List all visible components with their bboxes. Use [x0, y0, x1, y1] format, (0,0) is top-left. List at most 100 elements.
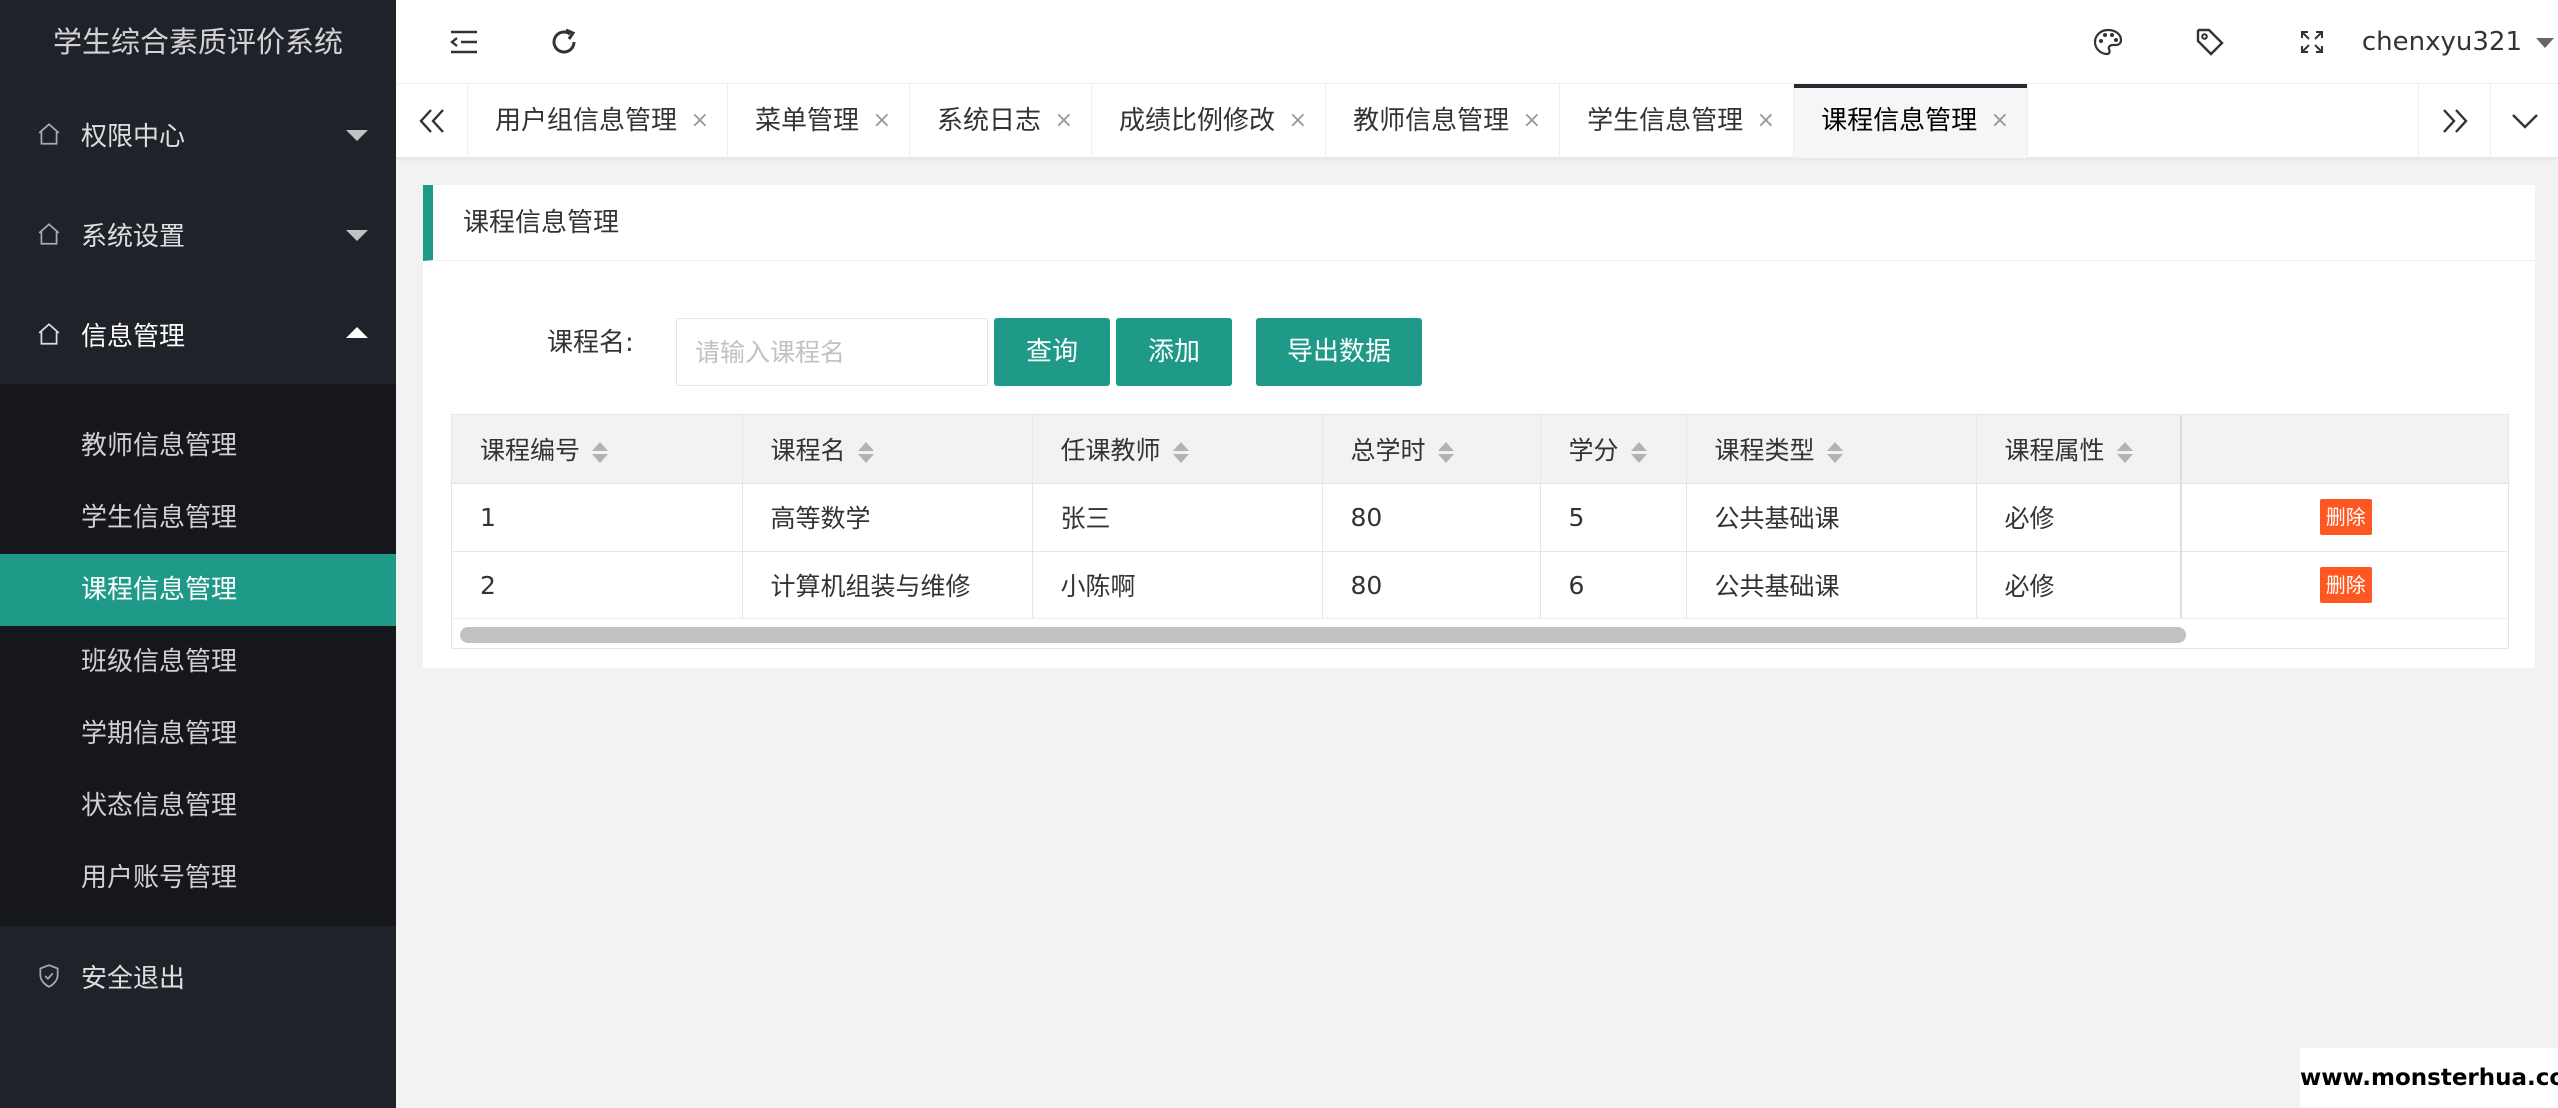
tab-user-groups[interactable]: 用户组信息管理 × — [468, 84, 729, 158]
tab-label: 系统日志 — [937, 106, 1042, 136]
tag-icon[interactable] — [2190, 22, 2230, 62]
chevron-down-icon — [2536, 38, 2554, 48]
menu-fold-icon[interactable] — [444, 22, 484, 62]
cell-hours: 80 — [1322, 483, 1541, 552]
sidebar-item-accounts[interactable]: 用户账号管理 — [0, 842, 396, 914]
cell-course-name: 高等数学 — [742, 483, 1033, 552]
close-icon[interactable]: × — [691, 84, 709, 158]
tab-system-log[interactable]: 系统日志 × — [910, 84, 1093, 158]
sort-icon[interactable] — [1630, 440, 1647, 464]
tab-label: 教师信息管理 — [1353, 106, 1510, 136]
sort-icon[interactable] — [1172, 440, 1189, 464]
horizontal-scrollbar[interactable] — [452, 618, 2508, 648]
home-icon — [35, 220, 63, 248]
content-card: 课程信息管理 课程名: 查询 添加 导出数据 课程编号 课程名 任课教师 总学时… — [423, 185, 2535, 668]
cell-attribute: 必修 — [1976, 483, 2182, 552]
cell-credits: 6 — [1540, 551, 1687, 620]
app-title: 学生综合素质评价系统 — [0, 0, 396, 84]
sidebar-item-students[interactable]: 学生信息管理 — [0, 482, 396, 554]
tab-list: 用户组信息管理 × 菜单管理 × 系统日志 × 成绩比例修改 × 教师信息管理 × 学生信… — [468, 84, 2029, 158]
cell-course-id: 2 — [452, 551, 743, 620]
delete-button[interactable]: 删除 — [2319, 499, 2372, 535]
column-header[interactable]: 课程属性 — [1976, 415, 2182, 484]
close-icon[interactable]: × — [1757, 84, 1775, 158]
top-header: chenxyu321 — [396, 0, 2558, 84]
info-submenu: 教师信息管理 学生信息管理 课程信息管理 班级信息管理 学期信息管理 状态信息管… — [0, 384, 396, 926]
page-title: 课程信息管理 — [423, 185, 2535, 261]
scrollbar-thumb[interactable] — [460, 627, 2186, 643]
nav-group-info[interactable]: 信息管理 — [0, 284, 396, 384]
close-icon[interactable]: × — [1991, 84, 2009, 158]
tab-courses[interactable]: 课程信息管理 × — [1794, 84, 2029, 158]
cell-actions: 删除 — [2180, 483, 2508, 552]
tab-label: 菜单管理 — [755, 106, 860, 136]
sort-icon[interactable] — [857, 440, 874, 464]
course-name-input[interactable] — [676, 318, 988, 386]
tabs-scroll-right-icon[interactable] — [2418, 84, 2490, 158]
cell-actions: 删除 — [2180, 551, 2508, 620]
delete-button[interactable]: 删除 — [2319, 567, 2372, 603]
course-table: 课程编号 课程名 任课教师 总学时 学分 课程类型 课程属性 1 高等数学 张三… — [451, 414, 2509, 649]
sidebar-item-courses[interactable]: 课程信息管理 — [0, 554, 396, 626]
cell-credits: 5 — [1540, 483, 1687, 552]
sort-icon[interactable] — [1437, 440, 1454, 464]
tab-grade-ratio[interactable]: 成绩比例修改 × — [1092, 84, 1327, 158]
nav-group-label: 系统设置 — [81, 221, 186, 252]
column-header[interactable]: 课程名 — [742, 415, 1033, 484]
column-header[interactable]: 总学时 — [1322, 415, 1541, 484]
fullscreen-icon[interactable] — [2292, 22, 2332, 62]
chevron-up-icon — [346, 327, 368, 338]
tab-students[interactable]: 学生信息管理 × — [1560, 84, 1795, 158]
column-header[interactable]: 任课教师 — [1032, 415, 1323, 484]
add-button[interactable]: 添加 — [1116, 318, 1232, 386]
table-header-row: 课程编号 课程名 任课教师 总学时 学分 课程类型 课程属性 — [452, 415, 2508, 484]
sort-icon[interactable] — [592, 440, 609, 464]
column-header[interactable]: 学分 — [1540, 415, 1687, 484]
cell-teacher: 小陈啊 — [1032, 551, 1323, 620]
sidebar-item-classes[interactable]: 班级信息管理 — [0, 626, 396, 698]
sidebar-item-status[interactable]: 状态信息管理 — [0, 770, 396, 842]
cell-type: 公共基础课 — [1686, 483, 1977, 552]
close-icon[interactable]: × — [1523, 84, 1541, 158]
tab-bar: 用户组信息管理 × 菜单管理 × 系统日志 × 成绩比例修改 × 教师信息管理 × 学生信… — [396, 84, 2558, 158]
table-row: 2 计算机组装与维修 小陈啊 80 6 公共基础课 必修 删除 — [452, 551, 2508, 620]
tab-label: 成绩比例修改 — [1119, 106, 1276, 136]
chevron-down-icon — [346, 130, 368, 141]
cell-attribute: 必修 — [1976, 551, 2182, 620]
sidebar-item-teachers[interactable]: 教师信息管理 — [0, 410, 396, 482]
cell-type: 公共基础课 — [1686, 551, 1977, 620]
sidebar: 学生综合素质评价系统 权限中心 系统设置 信息管理 教师信息管理 学生信息管理 … — [0, 0, 396, 1108]
palette-icon[interactable] — [2088, 22, 2128, 62]
refresh-icon[interactable] — [544, 22, 584, 62]
column-header[interactable]: 课程类型 — [1686, 415, 1977, 484]
sidebar-item-semesters[interactable]: 学期信息管理 — [0, 698, 396, 770]
sort-icon[interactable] — [1826, 440, 1843, 464]
tab-menus[interactable]: 菜单管理 × — [728, 84, 911, 158]
search-label: 课程名: — [547, 328, 634, 358]
export-button[interactable]: 导出数据 — [1256, 318, 1422, 386]
chevron-down-icon — [346, 230, 368, 241]
nav-group-label: 信息管理 — [81, 321, 186, 352]
close-icon[interactable]: × — [873, 84, 891, 158]
close-icon[interactable]: × — [1055, 84, 1073, 158]
tabs-dropdown-icon[interactable] — [2490, 84, 2558, 158]
username: chenxyu321 — [2361, 27, 2522, 57]
nav-logout[interactable]: 安全退出 — [0, 926, 396, 1026]
column-header-actions — [2180, 415, 2508, 484]
tabs-scroll-left-icon[interactable] — [396, 84, 468, 158]
sort-icon[interactable] — [2116, 440, 2133, 464]
user-menu[interactable]: chenxyu321 — [2362, 0, 2558, 84]
query-button[interactable]: 查询 — [994, 318, 1110, 386]
column-header[interactable]: 课程编号 — [452, 415, 743, 484]
home-icon — [35, 120, 63, 148]
tab-label: 用户组信息管理 — [495, 106, 678, 136]
search-form: 课程名: 查询 添加 导出数据 — [423, 316, 2535, 386]
tab-teachers[interactable]: 教师信息管理 × — [1326, 84, 1561, 158]
nav-group-permissions[interactable]: 权限中心 — [0, 84, 396, 184]
nav-group-settings[interactable]: 系统设置 — [0, 184, 396, 284]
shield-icon — [35, 962, 63, 990]
tab-label: 学生信息管理 — [1587, 106, 1744, 136]
nav-group-label: 安全退出 — [81, 963, 186, 994]
close-icon[interactable]: × — [1289, 84, 1307, 158]
tab-label: 课程信息管理 — [1821, 106, 1978, 136]
